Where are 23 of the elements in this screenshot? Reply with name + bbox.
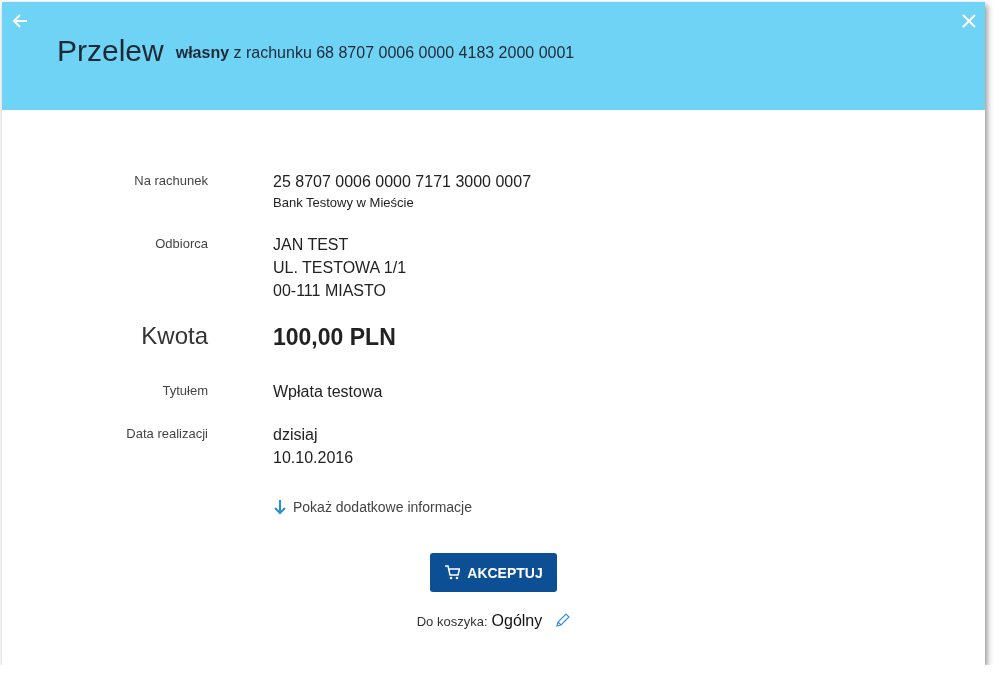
basket-label: Do koszyka: [416,613,488,629]
amount-value: 100,00 PLN [273,323,397,352]
field-value: Wpłata testowa [273,382,384,402]
field-value: 00-111 MIASTO [273,281,387,301]
dialog-title: Przelew [57,34,164,68]
dialog-subtitle: własny z rachunku 68 8707 0006 0000 4183 2000 0001 [175,44,575,62]
field-value: Bank Testowy w Mieście [273,194,415,212]
pencil-icon[interactable] [554,613,571,629]
cart-icon [444,565,461,580]
field-value: dzisiaj [273,425,319,445]
field-label: Na rachunek [133,172,208,190]
accept-button[interactable]: AKCEPTUJ [430,553,557,592]
basket-name: Ogólny [491,612,543,630]
show-more-link[interactable]: Pokaż dodatkowe informacje [293,499,472,515]
field-label: Kwota [140,322,208,351]
field-value: UL. TESTOWA 1/1 [273,258,408,278]
field-value: 25 8707 0006 0000 7171 3000 0007 [273,172,533,192]
field-value: JAN TEST [273,235,350,255]
field-label: Tytułem [161,382,208,400]
field-label: Data realizacji [125,425,208,443]
field-label: Odbiorca [154,235,208,253]
down-arrow-icon[interactable] [273,499,287,515]
field-value: 10.10.2016 [273,448,355,468]
